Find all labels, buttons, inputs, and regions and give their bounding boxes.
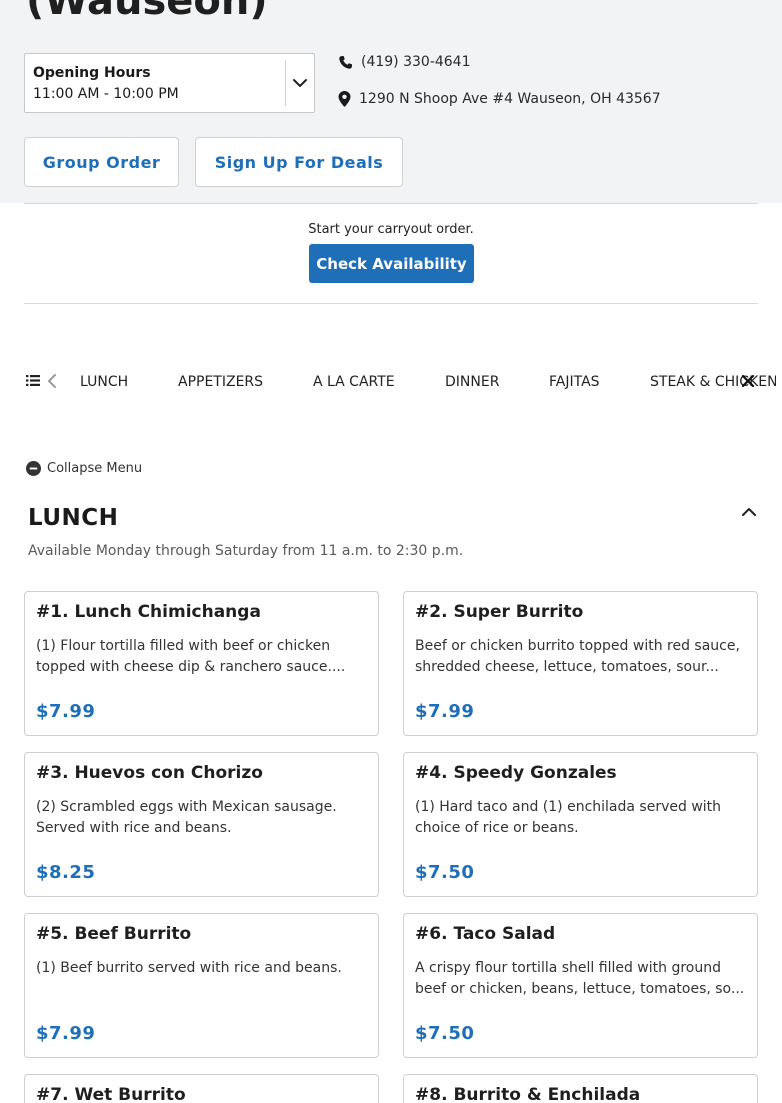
category-a-la-carte[interactable]: A LA CARTE [313,374,395,390]
menu-item-description: (1) Flour tortilla filled with beef or c… [36,638,346,675]
chevron-down-icon[interactable] [291,74,309,92]
check-availability-button[interactable]: Check Availability [309,244,474,283]
menu-item-card[interactable]: #4. Speedy Gonzales (1) Hard taco and (1… [403,752,758,897]
group-order-button[interactable]: Group Order [24,137,179,187]
section-title: LUNCH [28,505,119,531]
menu-item-description: Beef or chicken burrito topped with red … [415,638,740,675]
dropdown-divider [285,60,286,106]
phone-link[interactable]: (419) 330-4641 [338,54,471,70]
minus-circle-icon [26,461,41,476]
menu-item-card[interactable]: #8. Burrito & Enchilada [403,1074,758,1103]
menu-item-name: #6. Taco Salad [415,924,556,944]
menu-item-price: $7.99 [36,1023,96,1044]
menu-item-card[interactable]: #5. Beef Burrito (1) Beef burrito served… [24,913,379,1058]
menu-item-description: (2) Scrambled eggs with Mexican sausage.… [36,799,337,836]
divider [24,303,758,304]
menu-item-price: $7.99 [36,701,96,722]
category-appetizers[interactable]: APPETIZERS [178,374,263,390]
store-header: (Wauseon) Opening Hours 11:00 AM - 10:00… [0,0,782,203]
menu-item-card[interactable]: #3. Huevos con Chorizo (2) Scrambled egg… [24,752,379,897]
menu-item-name: #4. Speedy Gonzales [415,763,617,783]
menu-item-description: A crispy flour tortilla shell filled wit… [415,960,745,997]
opening-hours-value: 11:00 AM - 10:00 PM [33,86,179,102]
menu-item-name: #5. Beef Burrito [36,924,192,944]
chevron-left-icon[interactable] [46,373,58,389]
menu-item-name: #2. Super Burrito [415,602,584,622]
menu-item-name: #3. Huevos con Chorizo [36,763,263,783]
menu-item-name: #1. Lunch Chimichanga [36,602,261,622]
menu-item-card[interactable]: #7. Wet Burrito [24,1074,379,1103]
category-nav: LUNCH APPETIZERS A LA CARTE DINNER FAJIT… [0,364,782,400]
sign-up-deals-button[interactable]: Sign Up For Deals [195,137,403,187]
category-steak-chicken[interactable]: STEAK & CHICKEN [650,374,776,390]
opening-hours-dropdown[interactable]: Opening Hours 11:00 AM - 10:00 PM [24,53,315,113]
menu-item-price: $7.50 [415,862,475,883]
address-link[interactable]: 1290 N Shoop Ave #4 Wauseon, OH 43567 [338,91,661,107]
divider [24,203,758,204]
menu-item-price: $7.50 [415,1023,475,1044]
store-title: (Wauseon) [26,0,268,24]
menu-item-name: #7. Wet Burrito [36,1085,186,1103]
map-pin-icon [338,91,351,107]
phone-icon [339,55,353,69]
collapse-menu-button[interactable]: Collapse Menu [26,461,142,476]
menu-item-description: (1) Hard taco and (1) enchilada served w… [415,799,722,836]
menu-item-price: $7.99 [415,701,475,722]
opening-hours-label: Opening Hours [33,65,151,81]
collapse-menu-label: Collapse Menu [47,461,143,476]
menu-item-card[interactable]: #1. Lunch Chimichanga (1) Flour tortilla… [24,591,379,736]
close-icon[interactable] [740,373,756,389]
list-icon[interactable] [26,374,40,387]
chevron-up-icon[interactable] [740,504,758,520]
category-dinner[interactable]: DINNER [445,374,499,390]
menu-item-card[interactable]: #2. Super Burrito Beef or chicken burrit… [403,591,758,736]
category-lunch[interactable]: LUNCH [80,374,128,390]
phone-number: (419) 330-4641 [361,54,471,70]
carryout-prompt: Start your carryout order. [308,222,474,237]
address-text: 1290 N Shoop Ave #4 Wauseon, OH 43567 [359,91,661,107]
category-fajitas[interactable]: FAJITAS [549,374,600,390]
menu-item-card[interactable]: #6. Taco Salad A crispy flour tortilla s… [403,913,758,1058]
menu-item-name: #8. Burrito & Enchilada [415,1085,641,1103]
menu-item-description: (1) Beef burrito served with rice and be… [36,960,342,976]
menu-item-price: $8.25 [36,862,96,883]
section-availability-note: Available Monday through Saturday from 1… [28,543,464,559]
